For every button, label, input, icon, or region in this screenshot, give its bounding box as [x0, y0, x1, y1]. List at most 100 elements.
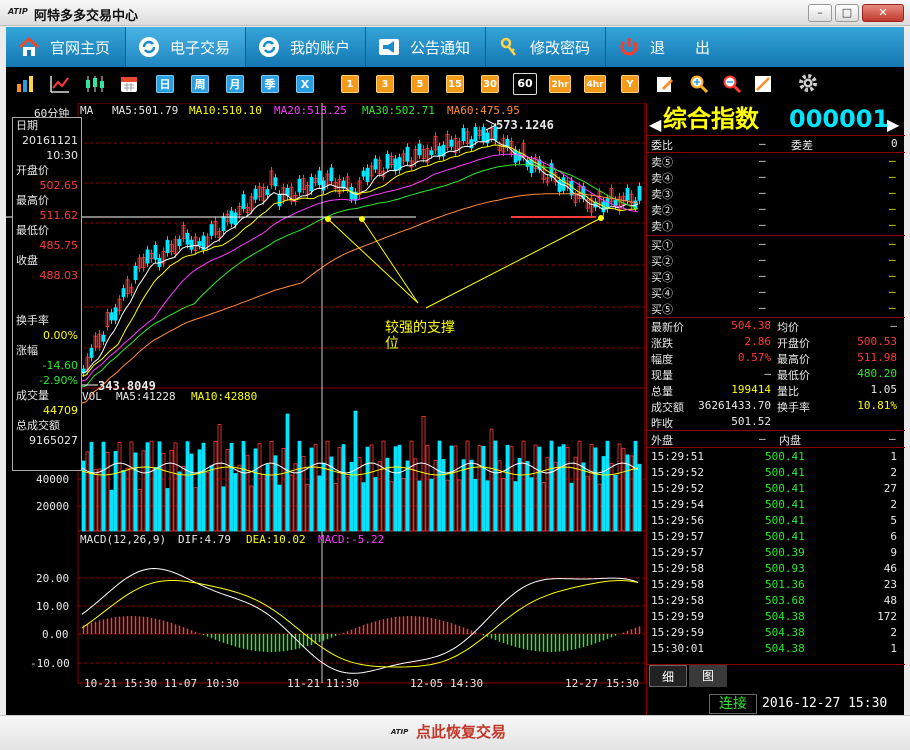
weicha-label: 委差 — [791, 139, 813, 152]
nav-trading[interactable]: 电子交易 — [126, 27, 246, 67]
tick-time: 15:29:57 — [651, 530, 704, 543]
edit-icon[interactable] — [656, 75, 674, 96]
year-button[interactable]: Y — [621, 75, 639, 93]
tab-chart[interactable]: 图 — [689, 665, 727, 687]
info-change-label: 涨幅 — [16, 344, 38, 357]
volume-bar — [165, 488, 170, 532]
nav-password[interactable]: 修改密码 — [486, 27, 606, 67]
minute-60-button[interactable]: 60 — [513, 73, 537, 95]
stat-value: 504.38 — [731, 319, 771, 332]
line-chart-icon[interactable] — [50, 75, 70, 96]
tick-time: 15:29:58 — [651, 594, 704, 607]
info-high-label: 最高价 — [16, 194, 49, 207]
divider — [647, 447, 905, 448]
ma-label: MA — [80, 104, 94, 117]
volume-bar — [229, 443, 234, 532]
minute-5-button[interactable]: 5 — [411, 75, 429, 93]
volume-bar — [177, 471, 182, 532]
calendar-icon[interactable] — [120, 75, 138, 96]
volume-bar — [481, 445, 486, 532]
nav-notice[interactable]: 公告通知 — [366, 27, 486, 67]
nav-home[interactable]: 官网主页 — [6, 27, 126, 67]
volume-bar — [525, 461, 530, 532]
info-open: 502.65 — [39, 179, 79, 192]
volume-bar — [469, 459, 474, 532]
candle-body — [625, 187, 630, 201]
nav-label: 我的账户 — [290, 38, 351, 57]
macd-label: MACD(12,26,9) — [80, 533, 167, 546]
period-day-button[interactable]: 日 — [156, 75, 174, 93]
minimize-button[interactable]: – — [808, 4, 832, 22]
volume-bar — [253, 448, 258, 532]
hour-2-button[interactable]: 2hr — [549, 75, 571, 93]
stat-label: 换手率 — [777, 401, 810, 414]
candle-body — [101, 334, 106, 342]
volume-bar — [85, 451, 90, 532]
volume-bar — [97, 468, 102, 532]
zoom-out-icon[interactable] — [723, 75, 742, 96]
volume-bar — [637, 463, 642, 532]
draw-line-icon[interactable] — [754, 75, 772, 96]
period-x-button[interactable]: X — [296, 75, 314, 93]
main-nav: 官网主页 电子交易 我的账户 公告通知 修改密码 退 出 — [6, 27, 904, 67]
period-quarter-button[interactable]: 季 — [261, 75, 279, 93]
volume-bar — [565, 447, 570, 532]
volume-bar — [337, 447, 342, 532]
volume-bar — [221, 486, 226, 532]
weicha-value: 0 — [891, 137, 898, 150]
tick-row: 15:29:57 500.39 9 — [651, 545, 901, 561]
volume-bar — [249, 485, 254, 532]
candle-body — [177, 239, 182, 247]
volume-bar — [305, 483, 310, 532]
tick-time: 15:29:56 — [651, 514, 704, 527]
info-turnover: 0.00% — [43, 329, 78, 342]
bar-chart-icon[interactable] — [16, 75, 34, 96]
connect-status[interactable]: 连接 — [709, 694, 757, 714]
close-button[interactable]: ✕ — [862, 4, 904, 22]
restore-trading-link[interactable]: 点此恢复交易 — [416, 721, 506, 742]
stat-label: 开盘价 — [777, 337, 810, 350]
volume-bar — [533, 444, 538, 532]
period-week-button[interactable]: 周 — [191, 75, 209, 93]
level-volume: — — [889, 285, 896, 298]
level-price: — — [759, 170, 766, 183]
kline-chart[interactable] — [6, 103, 646, 715]
period-month-button[interactable]: 月 — [226, 75, 244, 93]
volume-bar — [557, 446, 562, 532]
volume-bar — [437, 440, 442, 532]
volume-bar — [421, 415, 426, 532]
tab-detail[interactable]: 细 — [649, 665, 687, 687]
tick-time: 15:29:57 — [651, 546, 704, 559]
minute-1-button[interactable]: 1 — [341, 75, 359, 93]
hour-4-button[interactable]: 4hr — [584, 75, 606, 93]
zoom-in-icon[interactable] — [690, 75, 709, 96]
annotation-arrow — [361, 218, 419, 304]
candle-body — [121, 288, 126, 298]
volume-bar — [393, 446, 398, 532]
stat-label: 涨跌 — [651, 337, 673, 350]
minute-3-button[interactable]: 3 — [376, 75, 394, 93]
app-logo: ATIP — [8, 7, 28, 16]
maximize-button[interactable]: □ — [835, 4, 859, 22]
volume-bar — [297, 440, 302, 532]
megaphone-icon — [378, 36, 400, 58]
nav-account[interactable]: 我的账户 — [246, 27, 366, 67]
candle-body — [373, 158, 378, 170]
volume-bar — [593, 447, 598, 532]
nav-logout[interactable]: 退 出 — [606, 27, 726, 67]
macd-value-label: MACD:-5.22 — [318, 533, 385, 546]
annotation-text-2: 位 — [385, 336, 399, 352]
level-volume: — — [889, 237, 896, 250]
level-price: — — [759, 301, 766, 314]
stat-label: 最高价 — [777, 353, 810, 366]
minute-15-button[interactable]: 15 — [446, 75, 464, 93]
volume-bar — [121, 469, 126, 532]
volume-bar — [517, 457, 522, 532]
candlestick-icon[interactable] — [84, 75, 106, 96]
minute-30-button[interactable]: 30 — [481, 75, 499, 93]
volume-bar — [293, 463, 298, 532]
volume-bar — [605, 440, 610, 532]
candle-body — [513, 149, 518, 163]
gear-icon[interactable] — [798, 73, 818, 96]
tick-row: 15:29:59 504.38 2 — [651, 625, 901, 641]
